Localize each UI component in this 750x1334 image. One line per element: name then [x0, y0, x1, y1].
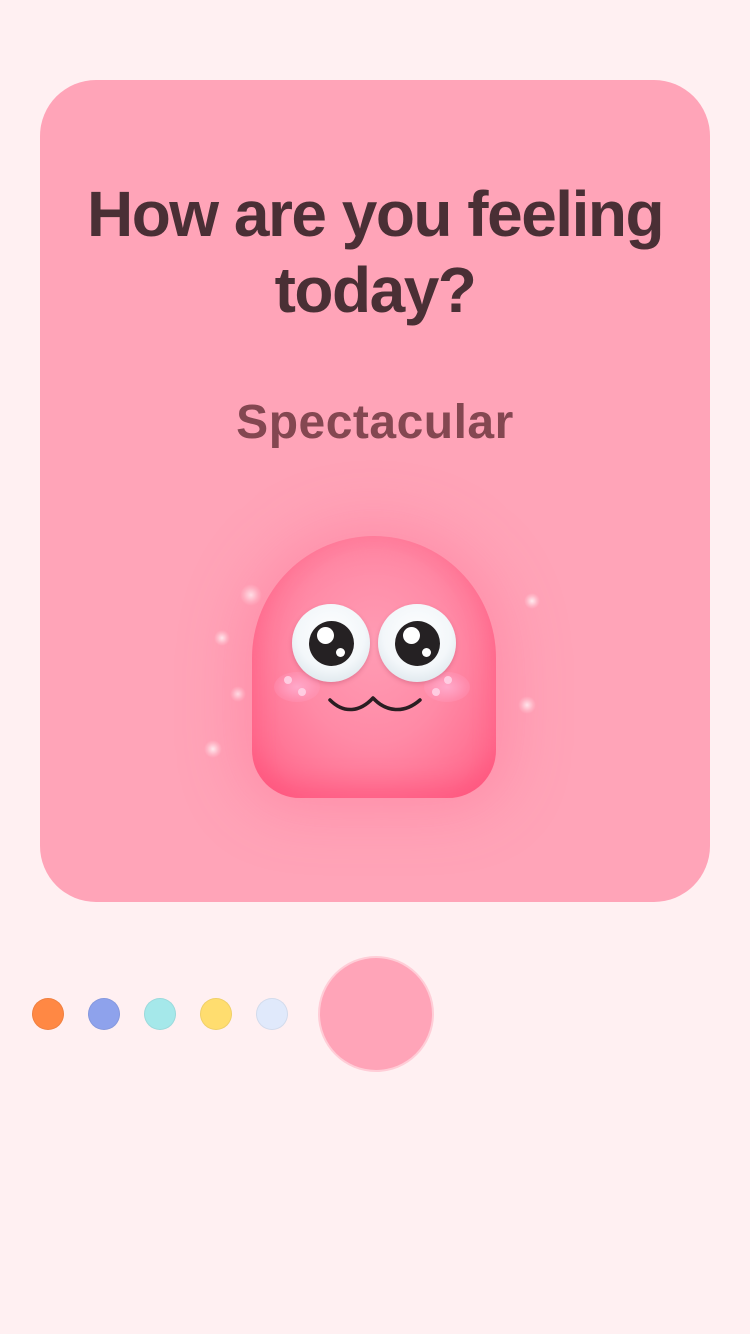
- sparkle-icon: [204, 740, 222, 758]
- mood-option-orange[interactable]: [32, 998, 64, 1030]
- right-eye: [378, 604, 456, 682]
- mascot-body: [252, 536, 496, 798]
- mood-color-selector: [0, 958, 750, 1070]
- mood-label: Spectacular: [236, 396, 514, 449]
- mood-option-blue[interactable]: [88, 998, 120, 1030]
- mood-option-cyan[interactable]: [144, 998, 176, 1030]
- sparkle-icon: [518, 696, 536, 714]
- sparkle-icon: [524, 593, 540, 609]
- smile-mouth: [328, 696, 422, 712]
- mascot: [150, 500, 600, 840]
- blush-dot: [444, 676, 452, 684]
- sparkle-icon: [230, 686, 246, 702]
- sparkle-icon: [214, 630, 230, 646]
- left-pupil: [309, 621, 354, 666]
- mood-option-pink-selected[interactable]: [320, 958, 432, 1070]
- mood-option-yellow[interactable]: [200, 998, 232, 1030]
- blush-dot: [432, 688, 440, 696]
- right-pupil: [395, 621, 440, 666]
- blush-dot: [284, 676, 292, 684]
- blush-dot: [298, 688, 306, 696]
- question-heading: How are you feeling today?: [86, 178, 665, 326]
- sparkle-icon: [240, 584, 262, 606]
- mood-option-lavender[interactable]: [256, 998, 288, 1030]
- left-eye: [292, 604, 370, 682]
